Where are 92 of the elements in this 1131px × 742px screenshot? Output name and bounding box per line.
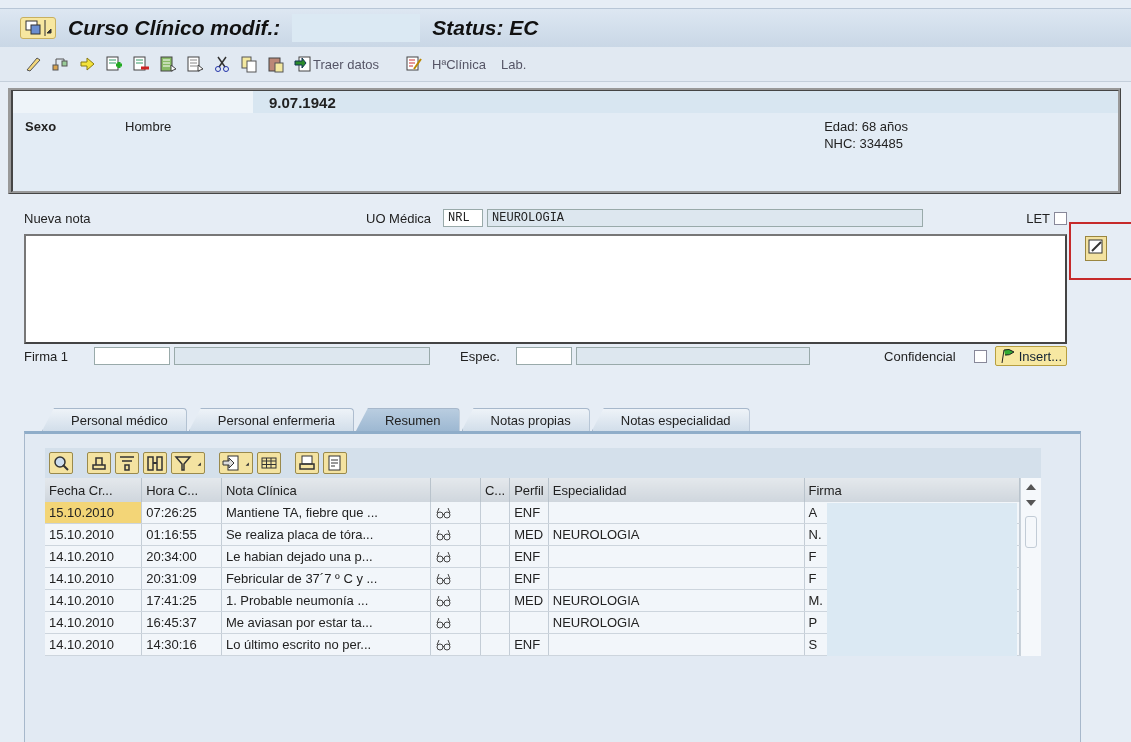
toolbar-link[interactable]: HªClínica <box>432 56 486 72</box>
field-label: Nueva nota <box>24 210 92 226</box>
field-label: Firma 1 <box>24 348 70 364</box>
caret-icon[interactable] <box>44 19 52 37</box>
record-number: NHC: 334485 <box>824 136 904 151</box>
note-textarea[interactable] <box>24 234 1067 344</box>
table-cell: N. <box>808 527 822 542</box>
column-header[interactable]: Firma <box>808 482 842 498</box>
table-cell: ENF <box>514 571 541 586</box>
scroll-up-icon[interactable] <box>1026 484 1037 490</box>
table-cell: 14.10.2010 <box>45 567 142 590</box>
table-cell: 01:16:55 <box>146 527 197 542</box>
scissors-icon[interactable] <box>213 55 231 73</box>
table-cell: A <box>808 505 818 520</box>
table-cell: 20:31:09 <box>146 571 197 586</box>
table-cell: 15.10.2010 <box>45 523 142 546</box>
input-field[interactable] <box>516 347 572 365</box>
edit-button[interactable] <box>1085 236 1107 261</box>
input-field[interactable] <box>94 347 170 365</box>
table-cell: Se realiza placa de tóra... <box>225 527 374 542</box>
table-cell: Febricular de 37´7 º C y ... <box>225 571 378 586</box>
paste-icon[interactable] <box>267 55 285 73</box>
document-icon[interactable] <box>186 55 204 73</box>
export-icon[interactable] <box>222 454 240 472</box>
birth-date: 9.07.1942 <box>268 93 336 111</box>
import-icon[interactable] <box>294 55 312 73</box>
tab[interactable]: Resumen <box>355 408 460 431</box>
rows-icon[interactable] <box>159 55 177 73</box>
table-cell: 1. Probable neumonía ... <box>225 593 369 608</box>
table-cell: 20:34:00 <box>146 549 197 564</box>
table-cell: F <box>808 571 817 586</box>
table-cell: 14.10.2010 <box>45 589 142 612</box>
tab[interactable]: Notas propias <box>461 408 590 431</box>
table-cell: MED <box>514 527 543 542</box>
scroll-down-icon[interactable] <box>1026 500 1037 506</box>
table-cell: P <box>808 615 818 630</box>
filter-icon[interactable] <box>174 454 192 472</box>
add-row-icon[interactable] <box>105 55 123 73</box>
table-cell: Lo último escrito no per... <box>225 637 372 652</box>
code-field[interactable]: NRL <box>443 209 484 227</box>
table-cell: 14.10.2010 <box>45 633 142 656</box>
table-cell: 14.10.2010 <box>45 611 142 634</box>
status-label: Status: EC <box>432 16 539 40</box>
field-label: Sexo <box>25 119 58 136</box>
tab[interactable]: Personal médico <box>42 408 187 431</box>
field-label: Confidencial <box>884 348 956 364</box>
checkbox[interactable] <box>973 349 987 363</box>
checkbox[interactable] <box>1054 211 1067 225</box>
branch-icon[interactable] <box>51 55 69 73</box>
scroll-thumb[interactable] <box>1025 516 1038 548</box>
age-text: Edad: 68 años <box>824 119 908 134</box>
table-cell: M. <box>808 593 823 608</box>
toolbar-link[interactable]: Lab. <box>500 56 527 72</box>
field-label: Espec. <box>460 348 501 364</box>
table-cell: NEUROLOGIA <box>552 527 640 542</box>
flag-icon <box>999 348 1016 364</box>
table-cell: 14.10.2010 <box>45 545 142 568</box>
menu-button[interactable] <box>20 17 56 39</box>
field-value: Hombre <box>125 119 172 136</box>
pencil-icon[interactable] <box>24 55 42 73</box>
table-cell: S <box>808 637 818 652</box>
table-cell: 07:26:25 <box>146 505 197 520</box>
table-cell: 17:41:25 <box>146 593 197 608</box>
table-cell: 15.10.2010 <box>45 502 142 524</box>
tab[interactable]: Personal enfermeria <box>188 408 354 431</box>
scrollbar[interactable] <box>1020 478 1041 656</box>
tab[interactable]: Notas especialidad <box>591 408 750 431</box>
arrow-icon[interactable] <box>78 55 96 73</box>
table-cell: NEUROLOGIA <box>552 593 640 608</box>
filter-button[interactable] <box>171 452 205 474</box>
table-cell: F <box>808 549 817 564</box>
table-cell: 14:30:16 <box>146 637 197 652</box>
table-cell: ENF <box>514 549 541 564</box>
table-cell: ENF <box>514 637 541 652</box>
insert-button[interactable]: Insert... <box>994 346 1067 366</box>
table-cell: Le habian dejado una p... <box>225 549 373 564</box>
table-cell: MED <box>514 593 543 608</box>
delete-row-icon[interactable] <box>132 55 150 73</box>
copy-icon[interactable] <box>240 55 258 73</box>
table-cell: Me aviasan por estar ta... <box>225 615 373 630</box>
edit-icon[interactable] <box>405 55 423 73</box>
table-cell: 16:45:37 <box>146 615 197 630</box>
table-cell: NEUROLOGIA <box>552 615 640 630</box>
toolbar-link[interactable]: Traer datos <box>313 56 379 72</box>
table-cell: ENF <box>514 505 541 520</box>
name-field: NEUROLOGIA <box>487 209 924 227</box>
table-cell: Mantiene TA, fiebre que ... <box>225 505 378 520</box>
field-label: LET <box>1026 210 1050 226</box>
field-label: UO Médica <box>366 210 432 226</box>
column-header[interactable]: Especialidad <box>552 482 627 498</box>
export-button[interactable] <box>219 452 253 474</box>
window-title: Curso Clínico modif.: <box>68 16 281 40</box>
